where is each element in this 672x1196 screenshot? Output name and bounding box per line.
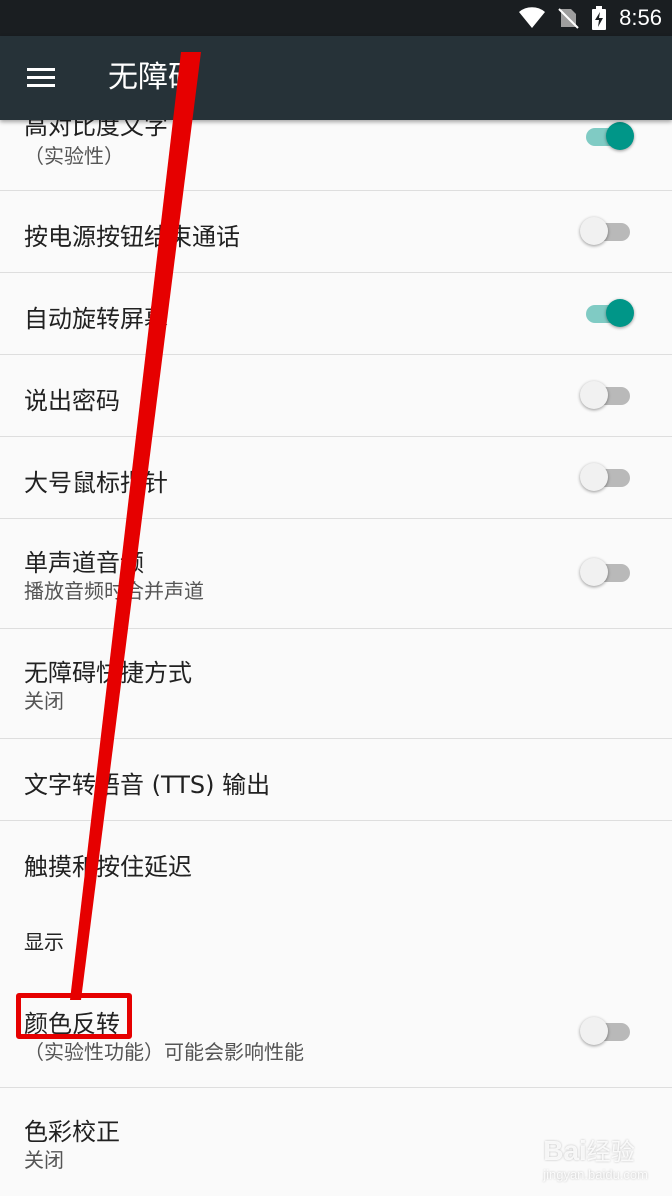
setting-mono-audio[interactable]: 单声道音频 播放音频时合并声道 [0, 519, 672, 629]
setting-title: 文字转语音 (TTS) 输出 [24, 771, 271, 799]
setting-title: 自动旋转屏幕 [24, 305, 168, 333]
setting-subtitle: （实验性） [24, 144, 124, 168]
menu-icon[interactable] [22, 62, 62, 94]
auto-rotate-toggle[interactable] [580, 293, 634, 333]
setting-subtitle: （实验性功能）可能会影响性能 [24, 1040, 304, 1064]
watermark-brand: Bai [543, 1135, 587, 1166]
large-pointer-toggle[interactable] [580, 457, 634, 497]
category-display-header: 显示 [24, 930, 64, 954]
setting-title: 大号鼠标指针 [24, 469, 168, 497]
watermark-url: jingyan.baidu.com [543, 1167, 648, 1182]
color-inversion-toggle[interactable] [580, 1011, 634, 1051]
setting-auto-rotate[interactable]: 自动旋转屏幕 [0, 273, 672, 355]
setting-touch-hold-delay[interactable]: 触摸和按住延迟 [0, 821, 672, 903]
watermark-brand-cn: 经验 [586, 1139, 635, 1166]
setting-title: 无障碍快捷方式 [24, 659, 192, 687]
setting-speak-passwords[interactable]: 说出密码 [0, 355, 672, 437]
setting-color-inversion[interactable]: 颜色反转 （实验性功能）可能会影响性能 [0, 978, 672, 1088]
setting-accessibility-shortcut[interactable]: 无障碍快捷方式 关闭 [0, 629, 672, 739]
setting-power-button-ends-call[interactable]: 按电源按钮结束通话 [0, 191, 672, 273]
setting-title: 说出密码 [24, 387, 120, 415]
high-contrast-toggle[interactable] [580, 116, 634, 156]
battery-charging-icon [592, 6, 607, 30]
wifi-icon [519, 7, 546, 29]
setting-title: 触摸和按住延迟 [24, 853, 192, 881]
setting-title: 按电源按钮结束通话 [24, 223, 240, 251]
mono-audio-toggle[interactable] [580, 552, 634, 592]
setting-subtitle: 播放音频时合并声道 [24, 579, 204, 603]
power-button-toggle[interactable] [580, 211, 634, 251]
status-time: 8:56 [619, 5, 662, 30]
setting-title: 单声道音频 [24, 549, 144, 577]
setting-tts-output[interactable]: 文字转语音 (TTS) 输出 [0, 739, 672, 821]
settings-list: 高对比度文字 （实验性） 按电源按钮结束通话 自动旋转屏幕 说出密码 大号鼠标指… [0, 0, 672, 1196]
setting-large-pointer[interactable]: 大号鼠标指针 [0, 437, 672, 519]
speak-passwords-toggle[interactable] [580, 375, 634, 415]
setting-title: 色彩校正 [24, 1118, 120, 1146]
status-bar: 8:56 [0, 0, 672, 36]
baidu-watermark: Bai经验 jingyan.baidu.com [543, 1132, 648, 1182]
app-bar: 无障碍 [0, 36, 672, 120]
page-title: 无障碍 [108, 60, 198, 95]
setting-subtitle: 关闭 [24, 689, 64, 713]
setting-subtitle: 关闭 [24, 1148, 64, 1172]
setting-title: 颜色反转 [24, 1010, 120, 1038]
no-sim-icon [558, 8, 579, 29]
